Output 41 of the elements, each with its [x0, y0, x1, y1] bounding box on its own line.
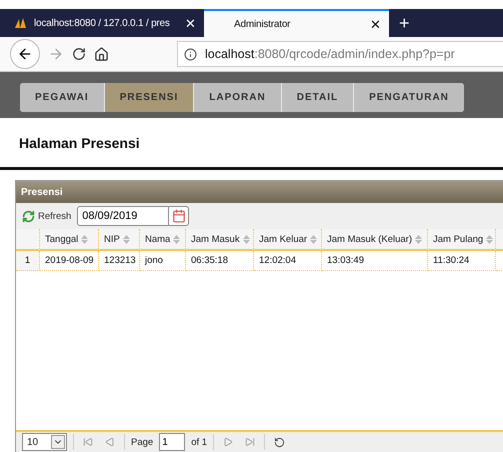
- menu-tab[interactable]: PEGAWAI: [20, 83, 105, 112]
- sort-icon: [415, 234, 422, 244]
- tab-title: Administrator: [234, 18, 292, 30]
- home-icon[interactable]: [94, 46, 109, 62]
- browser-tab[interactable]: localhost:8080 / 127.0.0.1 / pres ✕: [10, 9, 204, 37]
- close-icon[interactable]: ✕: [370, 16, 381, 32]
- page-title: Halaman Presensi: [19, 134, 140, 150]
- page-field[interactable]: 1: [159, 433, 186, 451]
- close-icon[interactable]: ✕: [185, 16, 196, 30]
- info-icon[interactable]: [184, 48, 197, 60]
- date-field[interactable]: 08/09/2019: [77, 206, 170, 226]
- reload-icon[interactable]: [72, 47, 86, 61]
- page-count: of 1: [191, 436, 208, 448]
- sort-icon: [81, 234, 88, 244]
- column-header[interactable]: Nama: [140, 229, 186, 251]
- back-button[interactable]: [10, 39, 40, 69]
- column-header[interactable]: Jam Masuk (Keluar): [322, 229, 428, 251]
- column-header[interactable]: Jam Masuk: [186, 229, 254, 251]
- browser-tab[interactable]: Administrator ✕: [204, 9, 389, 37]
- column-header[interactable]: Tanggal: [40, 229, 99, 251]
- new-tab-button[interactable]: +: [389, 9, 420, 37]
- tab-title: localhost:8080 / 127.0.0.1 / pres: [34, 18, 171, 28]
- calendar-icon: [172, 209, 186, 223]
- page-size-select[interactable]: 10: [22, 433, 67, 451]
- page-label: Page: [131, 436, 154, 448]
- sort-icon: [173, 234, 180, 244]
- calendar-button[interactable]: [169, 206, 190, 226]
- refresh-button[interactable]: Refresh: [22, 210, 72, 222]
- sort-icon: [486, 234, 494, 244]
- sort-icon: [122, 234, 130, 244]
- menu-tab[interactable]: DETAIL: [282, 83, 354, 112]
- column-header[interactable]: Jam Pulang: [428, 229, 496, 251]
- refresh-icon: [22, 210, 35, 222]
- address-field[interactable]: localhost:8080/qrcode/admin/index.php?p=pr: [177, 41, 503, 67]
- column-header[interactable]: Jam Keluar: [254, 229, 322, 251]
- row-number: 1: [16, 251, 40, 271]
- menu-tab[interactable]: PRESENSI: [104, 83, 194, 112]
- panel-title: Presensi: [16, 181, 503, 203]
- sort-icon: [310, 234, 318, 244]
- sort-icon: [242, 234, 250, 244]
- column-header[interactable]: NIP: [99, 229, 140, 251]
